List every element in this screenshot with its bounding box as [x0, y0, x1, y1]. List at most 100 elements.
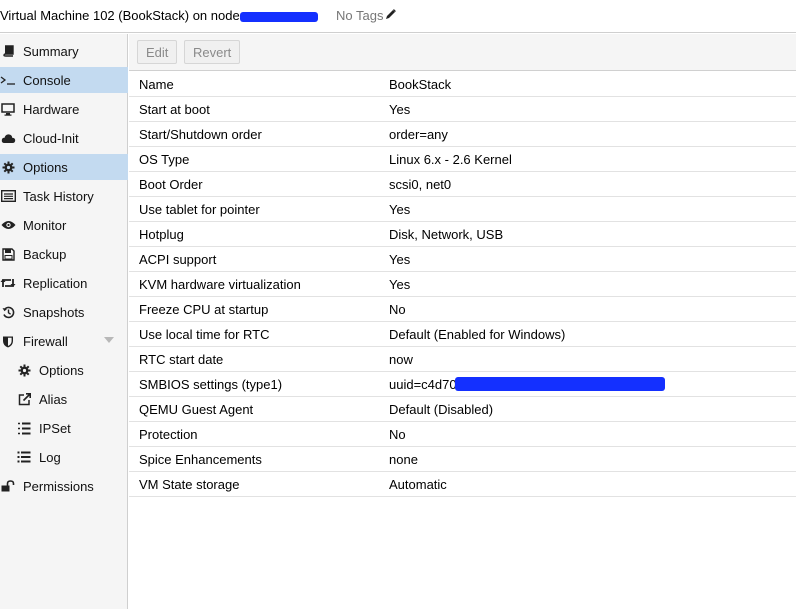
sidebar-item-label: Firewall: [23, 333, 68, 349]
table-row[interactable]: Hotplug Disk, Network, USB: [129, 222, 796, 247]
option-value: BookStack: [389, 77, 452, 92]
sidebar-item-label: Snapshots: [23, 304, 85, 320]
sidebar-item-firewall-options[interactable]: Options: [0, 357, 128, 383]
sidebar-item-label: Monitor: [23, 217, 67, 233]
option-value: order=any: [389, 127, 448, 142]
sidebar-item-task-history[interactable]: Task History: [0, 183, 128, 209]
sidebar-item-firewall[interactable]: Firewall: [0, 328, 128, 354]
sidebar-item-permissions[interactable]: Permissions: [0, 473, 128, 499]
table-row[interactable]: Protection No: [129, 422, 796, 447]
table-row[interactable]: KVM hardware virtualization Yes: [129, 272, 796, 297]
option-value: Linux 6.x - 2.6 Kernel: [389, 152, 512, 167]
table-row[interactable]: OS Type Linux 6.x - 2.6 Kernel: [129, 147, 796, 172]
option-key: QEMU Guest Agent: [139, 402, 254, 417]
sidebar-item-alias[interactable]: Alias: [0, 386, 128, 412]
table-row[interactable]: QEMU Guest Agent Default (Disabled): [129, 397, 796, 422]
sidebar-item-label: Cloud-Init: [23, 130, 79, 146]
sidebar-item-cloud-init[interactable]: Cloud-Init: [0, 125, 128, 151]
chevron-down-icon[interactable]: [104, 337, 114, 343]
option-key: Use tablet for pointer: [139, 202, 260, 217]
sidebar-item-label: Console: [23, 72, 71, 88]
table-row[interactable]: Boot Order scsi0, net0: [129, 172, 796, 197]
title-bar: Virtual Machine 102 (BookStack) on node …: [0, 0, 796, 33]
sidebar-item-snapshots[interactable]: Snapshots: [0, 299, 128, 325]
option-key: Start at boot: [139, 102, 210, 117]
sidebar-item-label: Task History: [23, 188, 94, 204]
option-value: No: [389, 302, 406, 317]
sidebar-item-backup[interactable]: Backup: [0, 241, 128, 267]
table-row[interactable]: Use local time for RTC Default (Enabled …: [129, 322, 796, 347]
sidebar-item-ipset[interactable]: IPSet: [0, 415, 128, 441]
cloud-icon: [0, 130, 16, 146]
option-value: Yes: [389, 102, 411, 117]
option-key: Name: [139, 77, 174, 92]
option-value: Default (Disabled): [389, 402, 494, 417]
table-row[interactable]: Name BookStack: [129, 72, 796, 97]
history-icon: [0, 304, 16, 320]
monitor-icon: [0, 101, 16, 117]
option-value: Default (Enabled for Windows): [389, 327, 566, 342]
sidebar-item-label: Replication: [23, 275, 88, 291]
sidebar-item-label: Alias: [39, 391, 68, 407]
option-key: Start/Shutdown order: [139, 127, 262, 142]
sidebar-item-label: Permissions: [23, 478, 94, 494]
option-key: Freeze CPU at startup: [139, 302, 269, 317]
external-link-icon: [16, 391, 32, 407]
option-key: Hotplug: [139, 227, 184, 242]
sidebar-item-options[interactable]: Options: [0, 154, 128, 180]
sidebar-item-label: Options: [23, 159, 68, 175]
table-row[interactable]: RTC start date now: [129, 347, 796, 372]
option-value: none: [389, 452, 418, 467]
table-row[interactable]: Freeze CPU at startup No: [129, 297, 796, 322]
tags-label: No Tags: [336, 8, 384, 23]
revert-button[interactable]: Revert: [184, 40, 241, 64]
table-row[interactable]: ACPI support Yes: [129, 247, 796, 272]
unlock-icon: [0, 478, 16, 494]
option-key: ACPI support: [139, 252, 217, 267]
option-key: SMBIOS settings (type1): [139, 377, 283, 392]
option-value: No: [389, 427, 406, 442]
option-value: Yes: [389, 277, 411, 292]
redaction-mark: [240, 12, 318, 22]
option-key: RTC start date: [139, 352, 224, 367]
eye-icon: [0, 217, 16, 233]
option-key: KVM hardware virtualization: [139, 277, 301, 292]
option-key: Protection: [139, 427, 198, 442]
sidebar-item-replication[interactable]: Replication: [0, 270, 128, 296]
list-icon: [16, 449, 32, 465]
table-row[interactable]: Spice Enhancements none: [129, 447, 796, 472]
page-title: Virtual Machine 102 (BookStack) on node: [0, 8, 240, 23]
sidebar-item-label: Log: [39, 449, 61, 465]
sidebar: Summary Console Hardware Cloud-Init Opti…: [0, 34, 128, 609]
sidebar-item-console[interactable]: Console: [0, 67, 128, 93]
gear-icon: [16, 362, 32, 378]
sidebar-item-label: Options: [39, 362, 84, 378]
sidebar-item-log[interactable]: Log: [0, 444, 128, 470]
toolbar: Edit Revert: [129, 34, 796, 71]
option-key: Boot Order: [139, 177, 203, 192]
option-value: uuid=c4d70: [389, 377, 457, 392]
list-ol-icon: [16, 420, 32, 436]
option-value: Disk, Network, USB: [389, 227, 504, 242]
option-key: Spice Enhancements: [139, 452, 262, 467]
sidebar-item-monitor[interactable]: Monitor: [0, 212, 128, 238]
redaction-mark: [455, 377, 665, 391]
option-key: VM State storage: [139, 477, 240, 492]
table-row[interactable]: VM State storage Automatic: [129, 472, 796, 497]
table-row[interactable]: SMBIOS settings (type1) uuid=c4d70: [129, 372, 796, 397]
option-value: now: [389, 352, 413, 367]
option-value: Yes: [389, 202, 411, 217]
table-row[interactable]: Start at boot Yes: [129, 97, 796, 122]
option-key: OS Type: [139, 152, 190, 167]
pencil-icon[interactable]: [385, 8, 397, 20]
sidebar-item-label: Summary: [23, 43, 79, 59]
sidebar-item-summary[interactable]: Summary: [0, 38, 128, 64]
sidebar-item-hardware[interactable]: Hardware: [0, 96, 128, 122]
floppy-icon: [0, 246, 16, 262]
table-row[interactable]: Start/Shutdown order order=any: [129, 122, 796, 147]
option-key: Use local time for RTC: [139, 327, 270, 342]
retweet-icon: [0, 275, 16, 291]
sidebar-item-label: IPSet: [39, 420, 71, 436]
table-row[interactable]: Use tablet for pointer Yes: [129, 197, 796, 222]
edit-button[interactable]: Edit: [137, 40, 178, 64]
